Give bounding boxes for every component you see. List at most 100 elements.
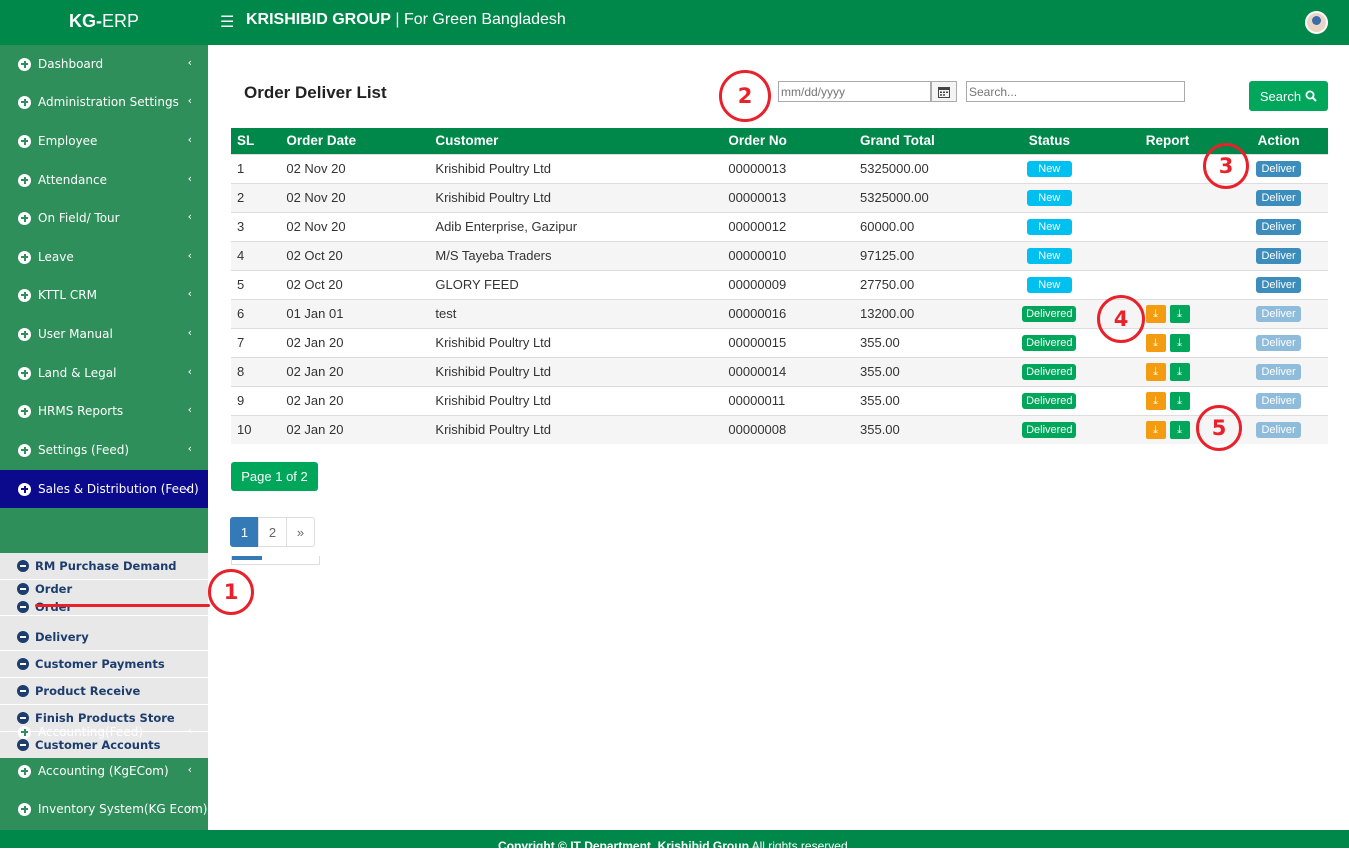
page-info-button[interactable]: Page 1 of 2: [231, 462, 318, 491]
download-icon[interactable]: ⤓: [1169, 362, 1190, 381]
col-status: Status: [992, 128, 1106, 154]
sidebar-item-on-field-tour[interactable]: On Field/ Tour ‹: [0, 199, 208, 237]
sidebar-item-settings-feed[interactable]: Settings (Feed) ‹: [0, 431, 208, 469]
brand-logo[interactable]: KG-ERP: [0, 0, 208, 45]
cell-order-no: 00000008: [722, 414, 854, 444]
table-row: 2 02 Nov 20 Krishibid Poultry Ltd 000000…: [231, 182, 1328, 212]
minus-circle-icon: [17, 600, 29, 613]
submenu-item-product-receive[interactable]: Product Receive: [0, 678, 208, 705]
plus-circle-icon: [18, 57, 31, 71]
minus-circle-icon: [17, 631, 29, 643]
sidebar-item-inventory-system[interactable]: Inventory System(KG Ecom) ‹: [0, 790, 208, 828]
deliver-button[interactable]: Deliver: [1256, 306, 1302, 322]
sidebar-item-hrms-reports[interactable]: HRMS Reports ‹: [0, 392, 208, 430]
sidebar-item-label: Sales & Distribution (Feed): [38, 482, 199, 496]
download-icon[interactable]: ⤓: [1169, 391, 1190, 410]
pagination: 1 2 »: [230, 517, 315, 547]
sidebar-item-leave[interactable]: Leave ‹: [0, 238, 208, 276]
sidebar-item-kttl-crm[interactable]: KTTL CRM ‹: [0, 276, 208, 314]
menu-icon[interactable]: ☰: [220, 12, 234, 32]
chevron-left-icon: ‹: [187, 56, 192, 69]
deliver-button[interactable]: Deliver: [1256, 422, 1302, 439]
cell-order-no: 00000009: [722, 269, 854, 299]
cell-sl: 3: [231, 211, 281, 241]
cell-report: ⤓ ⤓: [1105, 356, 1230, 386]
sidebar-item-label: Dashboard: [38, 57, 104, 71]
table-header-row: SL Order Date Customer Order No Grand To…: [231, 128, 1328, 154]
page-title: Order Deliver List: [244, 83, 387, 102]
sidebar-item-label: Land & Legal: [38, 366, 117, 380]
download-icon[interactable]: ⤓: [1145, 420, 1166, 439]
table-row: 7 02 Jan 20 Krishibid Poultry Ltd 000000…: [231, 327, 1328, 357]
sidebar-item-accounting-feed[interactable]: Accounting(Feed) ‹: [0, 713, 208, 751]
download-icon[interactable]: ⤓: [1145, 304, 1166, 323]
table-row: 1 02 Nov 20 Krishibid Poultry Ltd 000000…: [231, 153, 1328, 183]
cell-order-no: 00000015: [722, 327, 854, 357]
chevron-left-icon: ‹: [187, 403, 192, 416]
search-input[interactable]: [966, 81, 1185, 102]
submenu-item-delivery[interactable]: Delivery: [0, 624, 208, 651]
user-avatar[interactable]: [1305, 11, 1328, 34]
download-icon[interactable]: ⤓: [1145, 362, 1166, 381]
sidebar-item-accounting-kgecom[interactable]: Accounting (KgECom) ‹: [0, 752, 208, 790]
deliver-button[interactable]: Deliver: [1256, 335, 1302, 351]
deliver-button[interactable]: Deliver: [1256, 364, 1302, 380]
cell-customer: Krishibid Poultry Ltd: [429, 385, 723, 415]
search-button[interactable]: Search: [1249, 81, 1328, 111]
cell-status: Delivered: [992, 385, 1106, 415]
download-icon[interactable]: ⤓: [1169, 333, 1190, 352]
minus-circle-icon: [17, 583, 29, 595]
sidebar-item-attendance[interactable]: Attendance ‹: [0, 161, 208, 199]
chevron-left-icon: ‹: [187, 442, 192, 455]
deliver-button[interactable]: Deliver: [1256, 277, 1302, 293]
status-badge: Delivered: [1022, 335, 1077, 351]
submenu-item-order-2[interactable]: Order: [0, 598, 208, 616]
sidebar-item-sales-distribution[interactable]: Sales & Distribution (Feed) ⌄: [0, 470, 208, 508]
date-input[interactable]: [778, 81, 931, 102]
deliver-button[interactable]: Deliver: [1256, 161, 1302, 177]
download-icon[interactable]: ⤓: [1169, 304, 1190, 323]
sidebar-item-land-legal[interactable]: Land & Legal ‹: [0, 354, 208, 392]
cell-sl: 1: [231, 153, 281, 183]
search-icon: [1305, 90, 1317, 102]
sidebar-item-dashboard[interactable]: Dashboard ‹: [0, 45, 208, 83]
plus-circle-icon: [18, 725, 31, 739]
chevron-left-icon: ‹: [187, 249, 192, 262]
col-grand-total: Grand Total: [854, 128, 993, 154]
next-page-link[interactable]: »: [286, 517, 315, 547]
download-icon[interactable]: ⤓: [1169, 420, 1190, 439]
table-row: 3 02 Nov 20 Adib Enterprise, Gazipur 000…: [231, 211, 1328, 241]
page-2-link[interactable]: 2: [258, 517, 287, 547]
sidebar-item-employee[interactable]: Employee ‹: [0, 122, 208, 160]
brand-rest: ERP: [101, 11, 139, 31]
download-icon[interactable]: ⤓: [1145, 333, 1166, 352]
cell-total: 27750.00: [854, 269, 993, 299]
deliver-button[interactable]: Deliver: [1256, 393, 1302, 409]
status-badge: New: [1026, 190, 1072, 206]
annotation-callout-5: 5: [1196, 405, 1242, 451]
submenu-item-order[interactable]: Order: [0, 580, 208, 598]
sidebar: Dashboard ‹ Administration Settings ‹ Empl…: [0, 45, 208, 848]
col-order-no: Order No: [722, 128, 854, 154]
deliver-button[interactable]: Deliver: [1256, 190, 1302, 206]
cell-customer: Krishibid Poultry Ltd: [429, 327, 723, 357]
cell-customer: GLORY FEED: [429, 269, 723, 299]
submenu-item-customer-payments[interactable]: Customer Payments: [0, 651, 208, 678]
deliver-button[interactable]: Deliver: [1256, 248, 1302, 264]
cell-total: 355.00: [854, 356, 993, 386]
plus-circle-icon: [18, 327, 31, 341]
calendar-icon[interactable]: [931, 81, 957, 102]
cell-date: 02 Oct 20: [280, 269, 430, 299]
page-1-link[interactable]: 1: [230, 517, 259, 547]
download-icon[interactable]: ⤓: [1145, 391, 1166, 410]
submenu-item-rm-purchase-demand[interactable]: RM Purchase Demand: [0, 553, 208, 580]
annotation-callout-2: 2: [719, 70, 771, 122]
cell-sl: 2: [231, 182, 281, 212]
cell-sl: 6: [231, 298, 281, 328]
app-title: KRISHIBID GROUP | For Green Bangladesh: [246, 11, 566, 29]
chevron-left-icon: ‹: [187, 287, 192, 300]
sidebar-item-user-manual[interactable]: User Manual ‹: [0, 315, 208, 353]
sidebar-item-administration-settings[interactable]: Administration Settings ‹: [0, 83, 208, 121]
deliver-button[interactable]: Deliver: [1256, 219, 1302, 235]
cell-total: 97125.00: [854, 240, 993, 270]
